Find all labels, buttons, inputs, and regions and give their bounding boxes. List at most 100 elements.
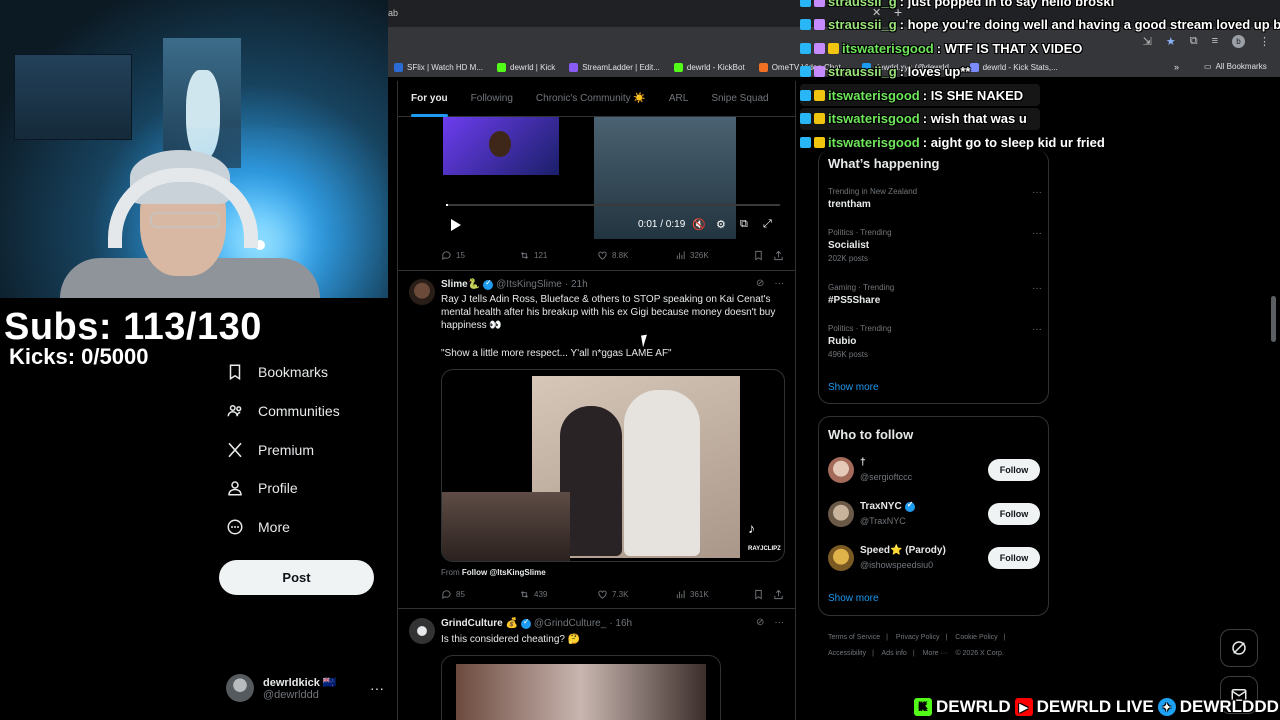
- follow-suggestion[interactable]: Speed⭐ (Parody) @ishowspeedsiu0 Follow: [828, 543, 1040, 575]
- follow-button[interactable]: Follow: [988, 459, 1040, 481]
- nav-more[interactable]: More: [226, 518, 290, 536]
- browser-menu-icon[interactable]: ⋮: [1259, 35, 1270, 48]
- follow-suggestion[interactable]: † @sergioftccc Follow: [828, 455, 1040, 487]
- follow-button[interactable]: Follow: [988, 547, 1040, 569]
- fullscreen-icon[interactable]: ⤢: [763, 218, 772, 231]
- views-button[interactable]: 326K: [675, 250, 709, 261]
- trend-item[interactable]: Gaming · Trending #PS5Share ···: [828, 283, 1042, 306]
- more-bookmarks-icon[interactable]: »: [1174, 62, 1179, 72]
- chat-message: straussii_g: just popped in to say hello…: [800, 0, 1114, 9]
- timeline-tabs: For you Following Chronic's Community ☀️…: [398, 81, 795, 117]
- follow-button[interactable]: Follow: [988, 503, 1040, 525]
- youtube-logo-icon: ▶: [1014, 698, 1033, 716]
- trend-more-icon[interactable]: ···: [1032, 324, 1042, 335]
- footer-link[interactable]: Ads info: [882, 650, 907, 657]
- tweet-timestamp[interactable]: · 16h: [609, 618, 632, 629]
- bookmark-tweet-button[interactable]: [753, 589, 764, 600]
- settings-icon[interactable]: ⚙: [716, 218, 726, 231]
- video-player[interactable]: 0:01 / 0:19 🔇 ⚙ ⧉ ⤢: [441, 117, 785, 239]
- follow-show-more[interactable]: Show more: [828, 593, 879, 604]
- reply-button[interactable]: 15: [441, 250, 465, 261]
- mute-icon[interactable]: 🔇: [692, 218, 706, 231]
- trend-item[interactable]: Trending in New Zealand trentham ···: [828, 187, 1042, 210]
- follow-suggestion[interactable]: TraxNYC @TraxNYC Follow: [828, 499, 1040, 531]
- views-button[interactable]: 361K: [675, 589, 709, 600]
- account-switcher[interactable]: dewrldkick 🇳🇿 @dewrlddd: [226, 674, 337, 702]
- install-icon[interactable]: ⇲: [1143, 35, 1152, 48]
- avatar[interactable]: [409, 279, 435, 305]
- bookmark-item[interactable]: dewrld - Kick Stats,...: [969, 62, 1058, 72]
- trend-item[interactable]: Politics · Trending Socialist 202K posts…: [828, 228, 1042, 263]
- tweet-image[interactable]: [441, 655, 721, 720]
- who-to-follow-title: Who to follow: [828, 427, 914, 442]
- nav-premium[interactable]: Premium: [226, 441, 314, 459]
- chat-username: straussii_g: [828, 64, 897, 79]
- tab-following[interactable]: Following: [471, 81, 513, 117]
- tab-snipe-squad[interactable]: Snipe Squad: [711, 81, 768, 117]
- share-button[interactable]: [773, 250, 784, 261]
- bookmark-item[interactable]: dewrld - KickBot: [673, 62, 745, 72]
- bookmark-item[interactable]: dewrld | Kick: [497, 62, 555, 72]
- tweet-author-name[interactable]: GrindCulture 💰: [441, 618, 518, 629]
- repost-button[interactable]: 439: [519, 589, 547, 600]
- kick-handle: DEWRLD: [936, 697, 1011, 716]
- nav-communities[interactable]: Communities: [226, 402, 340, 420]
- bookmark-favicon: [758, 62, 768, 72]
- nav-profile[interactable]: Profile: [226, 479, 298, 497]
- grok-icon[interactable]: ⊘: [756, 617, 764, 628]
- views-icon: [676, 250, 685, 259]
- chat-badge-icon: [814, 137, 825, 148]
- grok-button[interactable]: [1220, 629, 1258, 667]
- video-progress-bar[interactable]: [446, 204, 780, 206]
- star-bookmark-icon[interactable]: ★: [1166, 35, 1176, 48]
- account-more-icon[interactable]: ···: [370, 680, 384, 696]
- tweet-video[interactable]: ♪ RAYJCLIPZ: [441, 369, 785, 562]
- trend-item[interactable]: Politics · Trending Rubio 496K posts ···: [828, 324, 1042, 359]
- share-button[interactable]: [773, 589, 784, 600]
- bookmark-item[interactable]: StreamLadder | Edit...: [569, 62, 660, 72]
- tab-for-you[interactable]: For you: [411, 81, 448, 117]
- grok-icon[interactable]: ⊘: [756, 278, 764, 289]
- trends-show-more[interactable]: Show more: [828, 382, 879, 393]
- avatar: [828, 501, 854, 527]
- footer-link[interactable]: Cookie Policy: [955, 634, 997, 641]
- scrollbar[interactable]: [1271, 296, 1276, 342]
- post-button[interactable]: Post: [219, 560, 374, 595]
- grok-icon: [1232, 641, 1246, 655]
- trend-more-icon[interactable]: ···: [1032, 283, 1042, 294]
- tiktok-logo-icon: ♪: [748, 520, 755, 536]
- like-button[interactable]: 7.3K: [597, 589, 628, 600]
- like-button[interactable]: 8.8K: [597, 250, 628, 261]
- extensions-icon[interactable]: ⧉: [1190, 35, 1198, 48]
- tab-chronics-community[interactable]: Chronic's Community ☀️: [536, 81, 646, 117]
- browser-profile-icon[interactable]: b: [1232, 35, 1245, 48]
- nav-bookmarks[interactable]: Bookmarks: [226, 363, 328, 381]
- tweet-more-icon[interactable]: ···: [774, 278, 784, 289]
- trend-more-icon[interactable]: ···: [1032, 228, 1042, 239]
- media-controls-icon[interactable]: ≡: [1212, 35, 1218, 48]
- footer-link[interactable]: Terms of Service: [828, 634, 880, 641]
- tweet-more-icon[interactable]: ···: [774, 617, 784, 628]
- reply-button[interactable]: 85: [441, 589, 465, 600]
- tweet-author-handle[interactable]: @GrindCulture_: [534, 618, 606, 629]
- tab-title[interactable]: ab: [388, 8, 398, 18]
- nav-label: Premium: [258, 442, 315, 458]
- repost-button[interactable]: 121: [519, 250, 547, 261]
- follow-link[interactable]: Follow @ItsKingSlime: [462, 568, 546, 577]
- tab-arl[interactable]: ARL: [669, 81, 688, 117]
- tweet-author-name[interactable]: Slime🐍: [441, 279, 480, 290]
- all-bookmarks-button[interactable]: ▭ All Bookmarks: [1204, 62, 1267, 71]
- pip-icon[interactable]: ⧉: [740, 218, 748, 231]
- tweet-actions: 15 121 8.8K 326K: [441, 249, 785, 261]
- bookmark-item[interactable]: SFlix | Watch HD M...: [394, 62, 483, 72]
- footer-link[interactable]: Privacy Policy: [896, 634, 940, 641]
- play-icon[interactable]: [451, 219, 461, 231]
- tweet-timestamp[interactable]: · 21h: [565, 279, 588, 290]
- tweet-author-handle[interactable]: @ItsKingSlime: [496, 279, 562, 290]
- avatar[interactable]: [409, 618, 435, 644]
- bookmark-tweet-button[interactable]: [753, 250, 764, 261]
- timeline: For you Following Chronic's Community ☀️…: [397, 81, 796, 720]
- trend-more-icon[interactable]: ···: [1032, 187, 1042, 198]
- footer-link[interactable]: Accessibility: [828, 650, 866, 657]
- footer-link[interactable]: More ···: [923, 650, 948, 657]
